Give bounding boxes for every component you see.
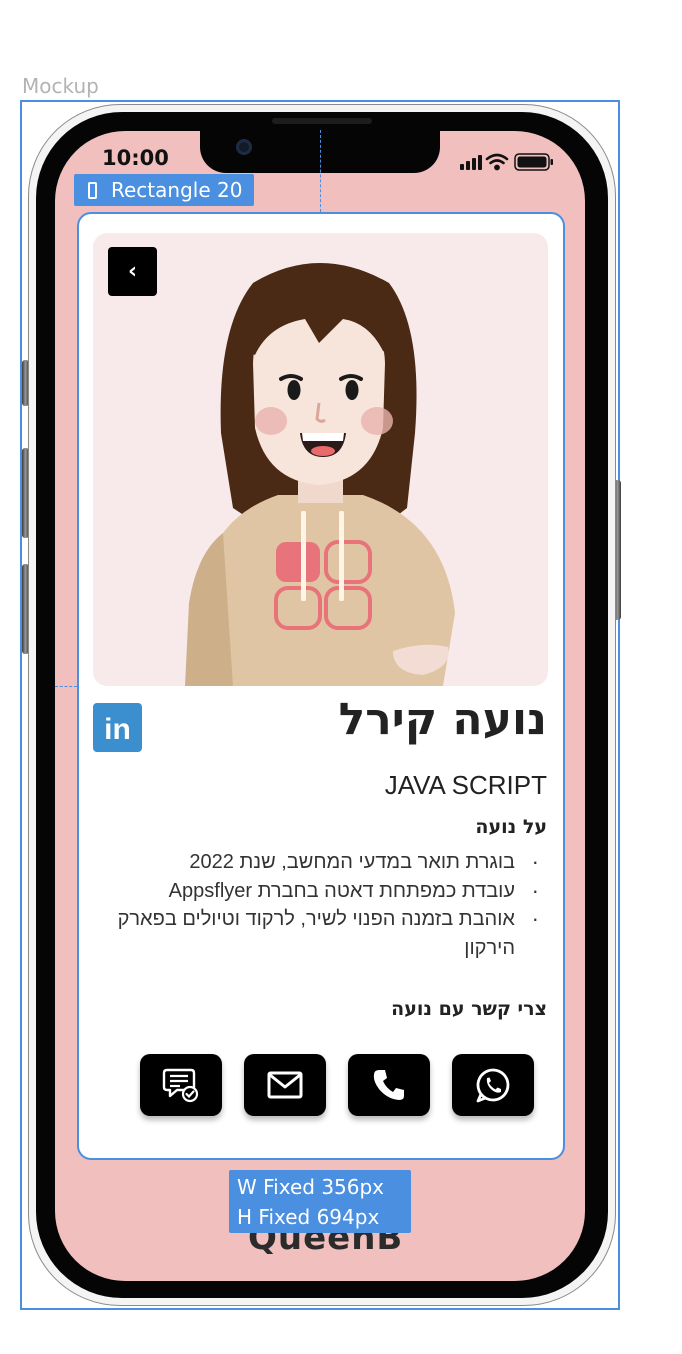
status-icons [460,153,553,171]
whatsapp-icon [476,1068,510,1103]
linkedin-label: in [104,713,131,746]
selection-tag-label: Rectangle 20 [111,178,243,202]
wifi-icon [485,153,509,171]
linkedin-icon: in [104,713,131,746]
back-button[interactable]: ‹ [108,247,157,296]
camera [236,139,252,155]
chevron-left-icon: ‹ [127,259,138,284]
mail-icon [267,1071,303,1099]
dimension-tag: W Fixed 356px H Fixed 694px [229,1170,411,1233]
height-label: H Fixed 694px [237,1205,380,1229]
chat-button[interactable] [140,1054,222,1116]
avatar-illustration [185,263,455,686]
about-item: אוהבת בזמנה הפנוי לשיר, לרקוד וטיולים בפ… [117,905,547,962]
profile-name: נועה קירל [338,694,547,745]
mail-button[interactable] [244,1054,326,1116]
chat-icon [162,1068,199,1103]
linkedin-button[interactable]: in [93,703,142,752]
speaker-grille [272,118,372,124]
selection-tag: Rectangle 20 [74,174,254,206]
status-time: 10:00 [102,146,169,170]
contact-title: צרי קשר עם נועה [391,998,547,1020]
guide-line-vertical [320,130,321,212]
whatsapp-button[interactable] [452,1054,534,1116]
about-item: בוגרת תואר במדעי המחשב, שנת 2022 [117,848,547,877]
about-title: על נועה [475,816,547,838]
profile-role: JAVA SCRIPT [384,770,547,800]
phone-icon [373,1070,404,1100]
signal-icon [460,155,482,170]
width-label: W Fixed 356px [237,1175,385,1199]
frame-label: Mockup [22,74,99,98]
profile-avatar [93,233,548,686]
phone-button[interactable] [348,1054,430,1116]
guide-line-horizontal [55,686,77,687]
battery-icon [514,153,553,171]
about-list: בוגרת תואר במדעי המחשב, שנת 2022 עובדת כ… [117,848,547,962]
about-item: עובדת כמפתחת דאטה בחברת Appsflyer [117,877,547,906]
rectangle-icon [88,181,97,199]
